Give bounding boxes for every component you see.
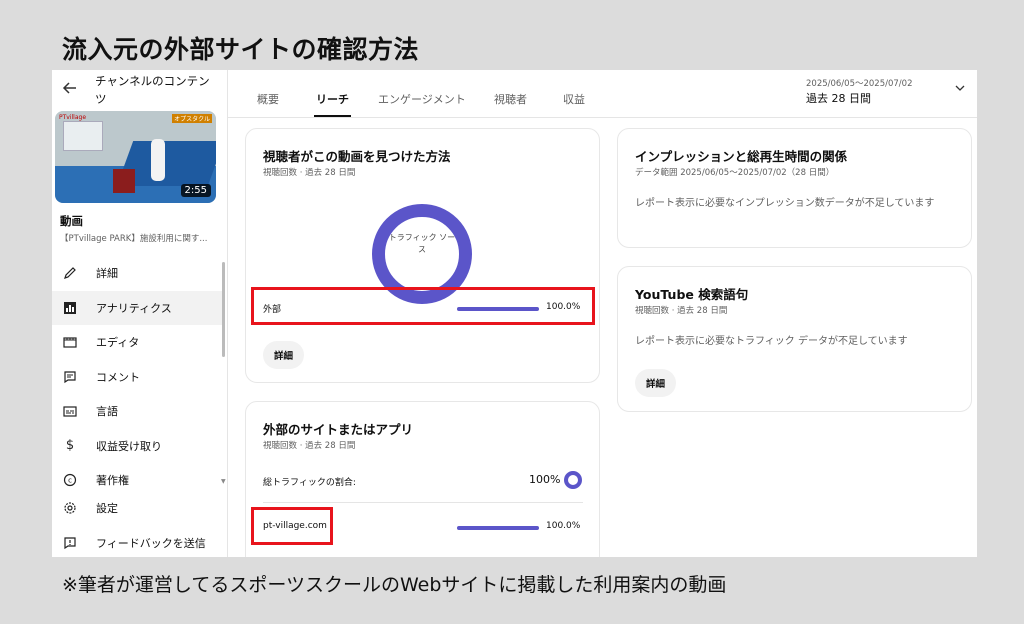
share-value: 100% [529, 473, 561, 486]
sidebar-nav: 詳細 アナリティクス エディタ コメント 言語 $ 収益受け取り c 著作権 [52, 256, 222, 498]
card-title: 視聴者がこの動画を見つけた方法 [263, 149, 451, 164]
feedback-icon [62, 535, 78, 551]
details-button[interactable]: 詳細 [635, 369, 677, 397]
card-title: インプレッションと総再生時間の関係 [635, 149, 848, 164]
card-title: YouTube 検索語句 [635, 287, 749, 302]
copyright-icon: c [62, 472, 78, 488]
gear-icon [62, 500, 78, 516]
sidebar-item-settings[interactable]: 設定 [52, 491, 222, 526]
sidebar-item-editor[interactable]: エディタ [52, 325, 222, 360]
tab-revenue[interactable]: 収益 [563, 91, 585, 107]
sidebar-item-label: エディタ [96, 336, 140, 350]
card-subtitle: 視聴回数 · 過去 28 日間 [263, 168, 356, 178]
sidebar-item-languages[interactable]: 言語 [52, 394, 222, 429]
video-thumbnail[interactable]: PTvillage オプスタクル 2:55 [55, 111, 216, 203]
caption: ※筆者が運営してるスポーツスクールのWebサイトに掲載した利用案内の動画 [62, 574, 727, 596]
dollar-icon: $ [65, 438, 75, 454]
chevron-down-icon[interactable]: ▼ [221, 478, 226, 485]
chevron-down-icon[interactable] [954, 82, 966, 97]
sidebar-item-label: アナリティクス [96, 301, 172, 315]
date-range-dates[interactable]: 2025/06/05〜2025/07/02 [806, 77, 912, 89]
details-button[interactable]: 詳細 [263, 341, 305, 369]
sidebar-item-monetization[interactable]: $ 収益受け取り [52, 429, 222, 464]
sidebar: チャンネルのコンテンツ PTvillage オプスタクル 2:55 動画 【PT… [52, 70, 228, 557]
share-ring-icon [564, 471, 582, 489]
sidebar-item-label: 言語 [96, 405, 118, 419]
tab-overview[interactable]: 概要 [257, 91, 279, 107]
thumbnail-logo: オプスタクル [172, 114, 212, 123]
comment-icon [62, 369, 78, 385]
subtitles-icon [62, 403, 78, 419]
tab-reach[interactable]: リーチ [316, 91, 349, 107]
total-traffic-share: 総トラフィックの割合: 100% [263, 471, 583, 495]
sidebar-item-label: 収益受け取り [96, 439, 162, 453]
external-site-bar [457, 526, 539, 530]
sidebar-item-label: 設定 [96, 502, 118, 516]
svg-text:c: c [68, 477, 72, 485]
analytics-icon [62, 300, 78, 316]
card-subtitle: データ範囲 2025/06/05〜2025/07/02（28 日間） [635, 168, 835, 178]
card-title: 外部のサイトまたはアプリ [263, 422, 414, 437]
highlight-box-external [251, 287, 595, 325]
sidebar-item-feedback[interactable]: フィードバックを送信 [52, 526, 222, 558]
studio-window: チャンネルのコンテンツ PTvillage オプスタクル 2:55 動画 【PT… [52, 70, 977, 557]
sidebar-item-details[interactable]: 詳細 [52, 256, 222, 291]
sidebar-item-comments[interactable]: コメント [52, 360, 222, 395]
card-youtube-search: YouTube 検索語句 視聴回数 · 過去 28 日間 レポート表示に必要なト… [617, 266, 972, 412]
share-label: 総トラフィックの割合: [263, 478, 356, 488]
arrow-left-icon[interactable] [62, 80, 86, 100]
analytics-tabs: 概要 リーチ エンゲージメント 視聴者 収益 2025/06/05〜2025/0… [228, 70, 977, 118]
sidebar-item-analytics[interactable]: アナリティクス [52, 290, 222, 325]
card-traffic-sources: 視聴者がこの動画を見つけた方法 視聴回数 · 過去 28 日間 トラフィック ソ… [245, 128, 600, 383]
sidebar-item-label: フィードバックを送信 [96, 536, 206, 550]
card-subtitle: 視聴回数 · 過去 28 日間 [263, 441, 356, 451]
tab-engagement[interactable]: エンゲージメント [378, 91, 466, 107]
card-message: レポート表示に必要なインプレッション数データが不足しています [635, 198, 935, 209]
highlight-box-site [251, 507, 333, 545]
page-title: 流入元の外部サイトの確認方法 [62, 35, 420, 64]
pencil-icon [62, 265, 78, 281]
editor-icon [62, 334, 78, 350]
channel-content-title[interactable]: チャンネルのコンテンツ [95, 72, 220, 108]
tab-audience[interactable]: 視聴者 [494, 91, 527, 107]
thumbnail-brand: PTvillage [59, 114, 87, 121]
video-name: 【PTvillage PARK】施設利用に関す... [60, 234, 208, 244]
date-range-label[interactable]: 過去 28 日間 [806, 90, 871, 106]
card-impressions: インプレッションと総再生時間の関係 データ範囲 2025/06/05〜2025/… [617, 128, 972, 248]
sidebar-item-label: 詳細 [96, 267, 118, 281]
donut-label: トラフィック ソース [388, 233, 456, 254]
sidebar-scrollbar[interactable] [222, 262, 225, 357]
sidebar-item-label: コメント [96, 370, 140, 384]
divider [263, 502, 583, 503]
video-duration: 2:55 [180, 184, 211, 197]
active-tab-indicator [314, 115, 351, 117]
sidebar-item-label: 著作権 [96, 474, 129, 488]
card-message: レポート表示に必要なトラフィック データが不足しています [635, 336, 908, 347]
card-subtitle: 視聴回数 · 過去 28 日間 [635, 306, 728, 316]
video-label: 動画 [60, 214, 83, 228]
external-site-value: 100.0% [546, 521, 581, 531]
sidebar-bottom-nav: 設定 フィードバックを送信 [52, 491, 222, 557]
